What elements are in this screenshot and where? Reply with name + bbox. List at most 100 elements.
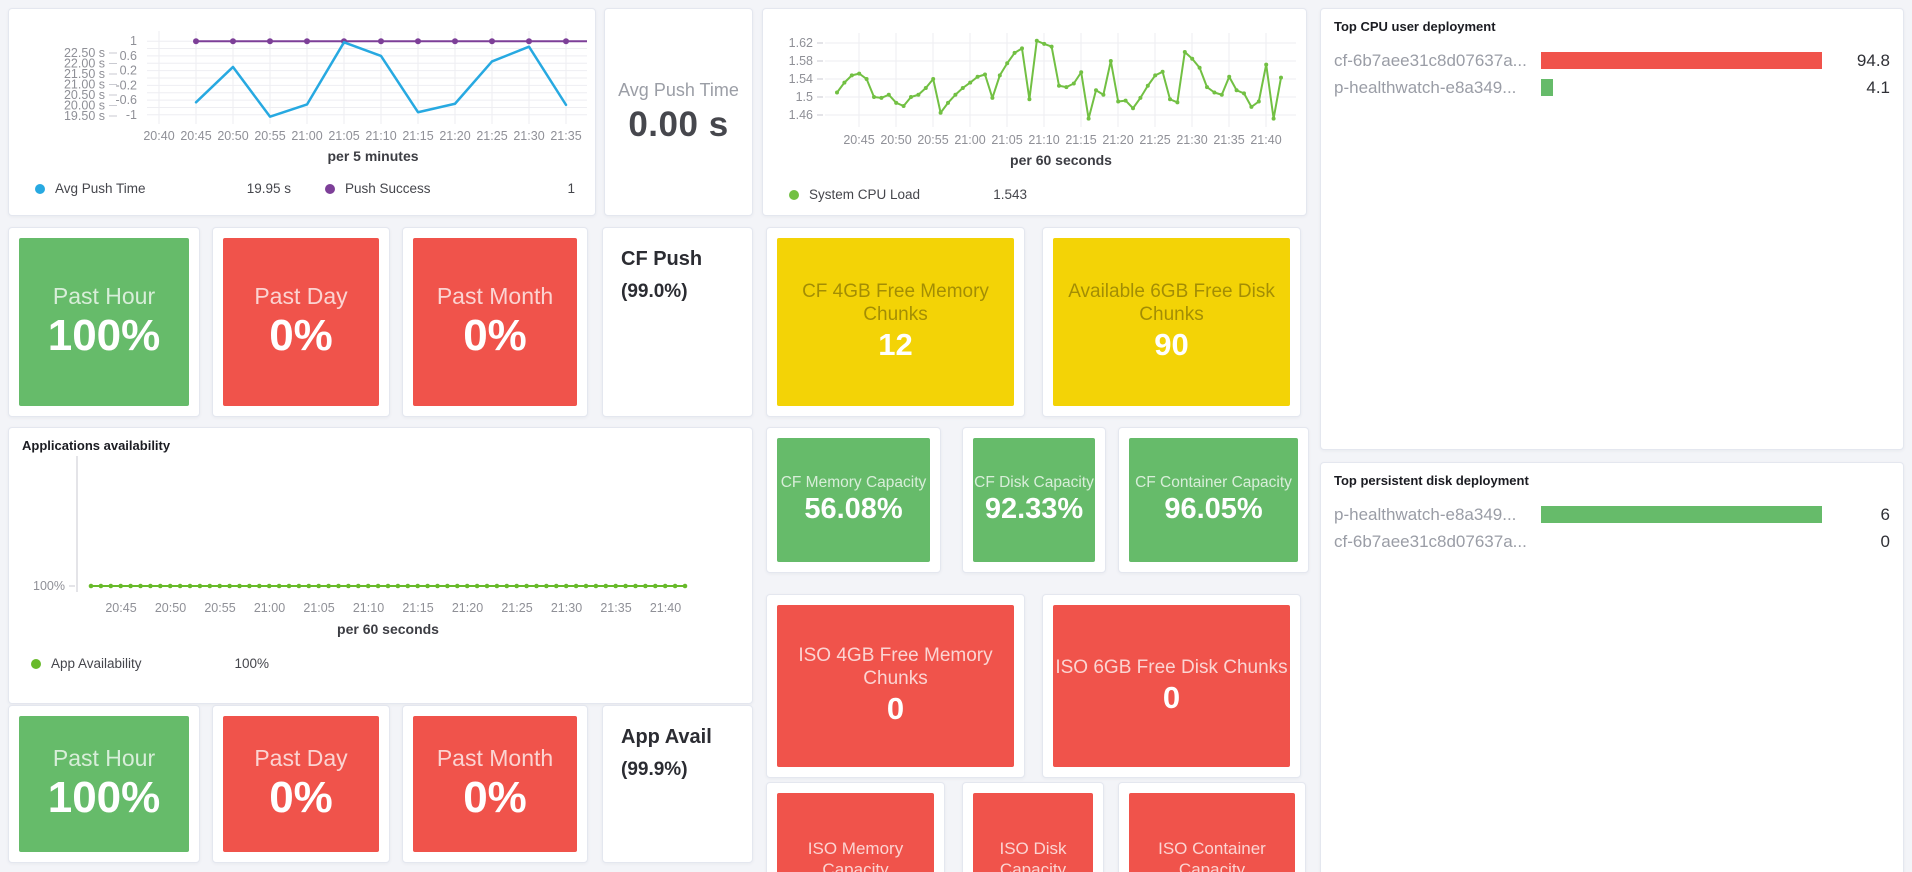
cpu-bar — [1541, 79, 1554, 96]
avg-push-time-dot-icon — [35, 183, 45, 194]
axes: 100% 20:45 20:50 20:55 21:00 21:05 21:10 21:15 2… — [33, 456, 681, 637]
tile-value: 0 — [886, 690, 905, 726]
status-tile: ISO 4GB Free Memory Chunks 0 — [777, 605, 1014, 767]
panel-iso-4gb-free-memory-chunks: ISO 4GB Free Memory Chunks 0 — [766, 594, 1025, 778]
legend-item-app-availability: App Availability 100% — [31, 656, 269, 671]
dashboard-canvas: 22.50 s 22.00 s 21.50 s 21.00 s 20.50 s 20.00… — [0, 0, 1912, 872]
svg-text:19.50 s: 19.50 s — [64, 109, 105, 123]
panel-iso-disk-capacity: ISO Disk Capacity 0.00% — [962, 782, 1104, 872]
svg-text:21:20: 21:20 — [1102, 133, 1133, 147]
stat-value: 0.00 s — [628, 104, 729, 144]
svg-text:per 5 minutes: per 5 minutes — [327, 148, 418, 164]
tile-value: 96.05% — [1164, 492, 1263, 525]
legend-value: 1 — [567, 181, 575, 196]
panel-cf-push-past-day: Past Day 0% — [212, 227, 390, 417]
svg-text:21:00: 21:00 — [254, 601, 285, 615]
info-title: App Avail — [621, 726, 712, 748]
svg-text:21:30: 21:30 — [551, 601, 582, 615]
tile-label: Past Hour — [52, 744, 156, 771]
svg-text:1.46: 1.46 — [789, 108, 813, 122]
tile-label: Past Day — [254, 282, 348, 309]
tile-label: CF Container Capacity — [1135, 474, 1292, 492]
panel-iso-memory-capacity: ISO Memory Capacity 0.00% — [766, 782, 945, 872]
push-success-dot-icon — [325, 183, 335, 194]
svg-text:21:40: 21:40 — [650, 601, 681, 615]
deployment-label: p-healthwatch-e8a349... — [1334, 504, 1517, 524]
panel-avg-push-time-stat: Avg Push Time 0.00 s — [604, 8, 753, 216]
tile-label: Available 6GB Free Disk Chunks — [1068, 281, 1275, 326]
push-time-chart: 22.50 s22.00 s21.50 s21.00 s20.50 s20.00… — [64, 31, 587, 164]
svg-text:21:35: 21:35 — [550, 129, 581, 143]
svg-text:21:15: 21:15 — [402, 601, 433, 615]
info-subtitle: (99.9%) — [621, 759, 688, 780]
tile-label: Past Day — [254, 744, 348, 771]
bar-track — [1541, 52, 1822, 69]
panel-iso-container-capacity: ISO Container Capacity 0.00% — [1118, 782, 1306, 872]
legend-label: System CPU Load — [809, 187, 921, 202]
svg-text:20:55: 20:55 — [917, 133, 948, 147]
series-push-success — [193, 38, 587, 45]
status-tile: ISO Disk Capacity 0.00% — [973, 793, 1093, 872]
panel-title: Top CPU user deployment — [1334, 19, 1496, 34]
svg-text:21:10: 21:10 — [1028, 133, 1059, 147]
svg-text:20:45: 20:45 — [105, 601, 136, 615]
svg-text:per 60 seconds: per 60 seconds — [337, 621, 439, 637]
panel-system-cpu-load-chart: 1.62 1.58 1.54 1.5 1.46 20:45 20:50 20:55 21:00 2… — [762, 8, 1307, 216]
bar-value: 94.8 — [1856, 50, 1890, 70]
svg-text:21:05: 21:05 — [328, 129, 359, 143]
bar-row: p-healthwatch-e8a349... 6 — [1334, 501, 1890, 528]
tile-label: CF 4GB Free Memory Chunks — [802, 281, 989, 326]
tile-label: Past Hour — [52, 282, 156, 309]
deployment-label: cf-6b7aee31c8d07637a... — [1334, 531, 1527, 551]
stat-label: Avg Push Time — [618, 79, 739, 100]
bar-row: cf-6b7aee31c8d07637a... 94.8 — [1334, 47, 1890, 74]
svg-text:21:20: 21:20 — [452, 601, 483, 615]
svg-text:21:00: 21:00 — [954, 133, 985, 147]
svg-text:1.58: 1.58 — [789, 54, 813, 68]
svg-text:-0.2: -0.2 — [115, 78, 137, 92]
status-tile: CF Container Capacity 96.05% — [1129, 438, 1298, 562]
status-tile: Past Month 0% — [413, 716, 577, 852]
panel-applications-availability: Applications availability 100% 20:45 20:50… — [8, 427, 753, 704]
bar-value: 0 — [1880, 531, 1890, 551]
status-tile: ISO Memory Capacity 0.00% — [777, 793, 934, 872]
tile-value: 100% — [47, 772, 161, 822]
status-tile: Past Day 0% — [223, 238, 379, 406]
svg-text:20:45: 20:45 — [843, 133, 874, 147]
legend-value: 100% — [234, 656, 269, 671]
status-tile: Past Hour 100% — [19, 238, 189, 406]
panel-cf-disk-capacity: CF Disk Capacity 92.33% — [962, 427, 1106, 573]
bar-chart: cf-6b7aee31c8d07637a... 94.8 p-healthwat… — [1334, 47, 1890, 101]
tile-value: 0% — [463, 310, 527, 360]
svg-text:21:20: 21:20 — [439, 129, 470, 143]
tile-value: 100% — [47, 310, 161, 360]
svg-text:1.54: 1.54 — [789, 72, 813, 86]
legend-item-avg-push-time: Avg Push Time 19.95 s — [35, 181, 291, 196]
info-subtitle: (99.0%) — [621, 281, 688, 302]
tile-label: Past Month — [436, 282, 554, 309]
legend-value: 1.543 — [993, 187, 1027, 202]
svg-text:-1: -1 — [126, 108, 137, 122]
status-tile: CF 4GB Free Memory Chunks 12 — [777, 238, 1014, 406]
tile-label: CF Memory Capacity — [780, 474, 927, 492]
legend-label: Avg Push Time — [55, 181, 146, 196]
panel-cf-push-past-hour: Past Hour 100% — [8, 227, 200, 417]
panel-available-6gb-free-disk-chunks: Available 6GB Free Disk Chunks 90 — [1042, 227, 1301, 417]
svg-text:-0.6: -0.6 — [115, 93, 137, 107]
tile-label: ISO Container Capacity — [1158, 839, 1266, 872]
bar-chart: p-healthwatch-e8a349... 6 cf-6b7aee31c8d… — [1334, 501, 1890, 555]
info-title: CF Push — [621, 248, 703, 270]
deployment-label: cf-6b7aee31c8d07637a... — [1334, 50, 1527, 70]
status-tile: CF Disk Capacity 92.33% — [973, 438, 1095, 562]
svg-text:1.62: 1.62 — [789, 36, 813, 50]
svg-text:1.5: 1.5 — [796, 90, 813, 104]
svg-text:21:40: 21:40 — [1250, 133, 1281, 147]
legend-item-system-cpu-load: System CPU Load 1.543 — [789, 187, 1027, 202]
panel-cf-push-past-month: Past Month 0% — [402, 227, 588, 417]
svg-text:21:30: 21:30 — [513, 129, 544, 143]
status-tile: ISO 6GB Free Disk Chunks 0 — [1053, 605, 1290, 767]
svg-text:20:55: 20:55 — [254, 129, 285, 143]
legend-item-push-success: Push Success 1 — [325, 181, 575, 196]
panel-cf-4gb-free-memory-chunks: CF 4GB Free Memory Chunks 12 — [766, 227, 1025, 417]
panel-title: Top persistent disk deployment — [1334, 473, 1529, 488]
